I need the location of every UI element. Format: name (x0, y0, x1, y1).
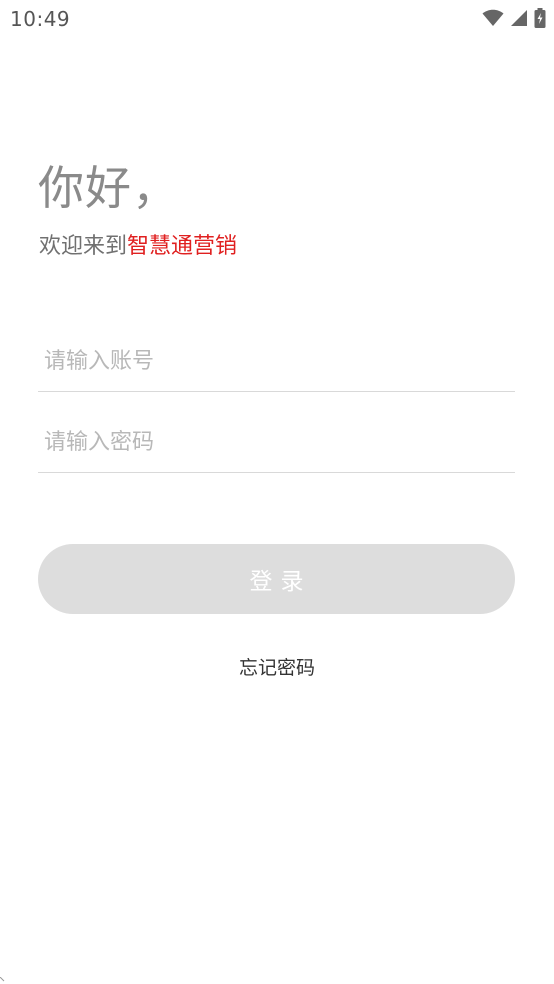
status-bar: 10:49 (0, 0, 554, 38)
cellular-signal-icon (510, 9, 528, 27)
battery-charging-icon (534, 8, 546, 28)
status-icons (482, 8, 546, 28)
brand-name: 智慧通营销 (127, 234, 238, 259)
password-input[interactable] (44, 422, 504, 462)
account-field (38, 333, 515, 392)
account-input[interactable] (44, 341, 504, 381)
welcome-text: 欢迎来到智慧通营销 (39, 228, 237, 260)
welcome-prefix: 欢迎来到 (39, 234, 128, 259)
status-time: 10:49 (10, 7, 71, 31)
corner-mark-icon (0, 977, 5, 982)
greeting-title: 你好， (38, 161, 179, 215)
login-button[interactable]: 登录 (38, 544, 515, 614)
forgot-password-link[interactable]: 忘记密码 (0, 653, 554, 680)
wifi-icon (482, 9, 504, 27)
password-field (38, 414, 515, 473)
